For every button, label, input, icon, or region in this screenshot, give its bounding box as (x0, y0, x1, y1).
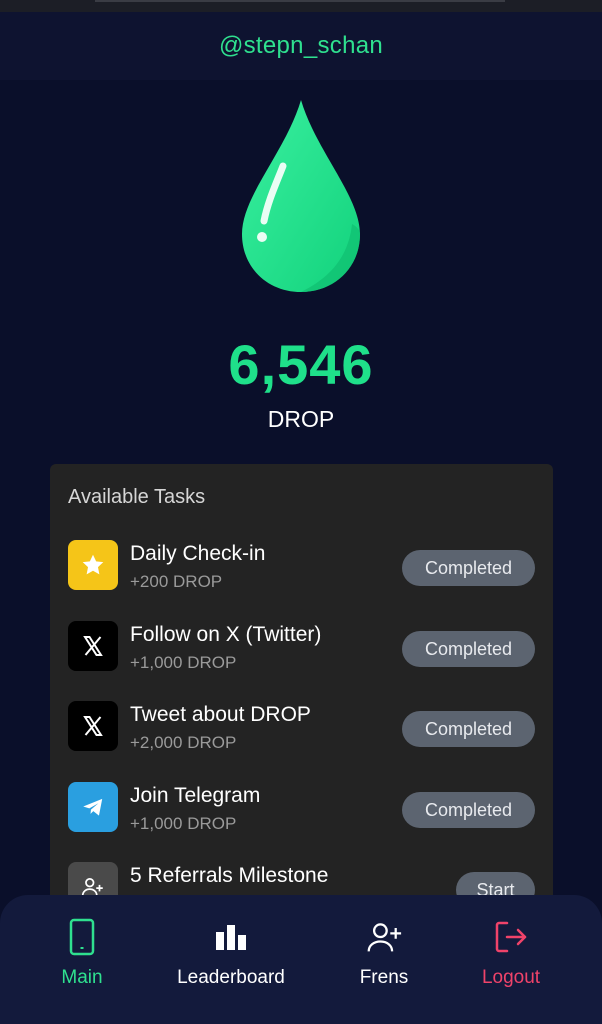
task-follow-x: Follow on X (Twitter) +1,000 DROP Comple… (68, 621, 535, 681)
task-reward: +2,000 DROP (130, 733, 237, 752)
task-name: Join Telegram (130, 784, 261, 807)
task-name: Follow on X (Twitter) (130, 623, 322, 646)
tasks-title: Available Tasks (68, 486, 206, 508)
nav-item-frens[interactable]: Frens (319, 917, 449, 997)
telegram-icon (68, 782, 118, 832)
nav-label: Leaderboard (177, 967, 285, 988)
x-logo-icon (68, 621, 118, 671)
bottom-nav: Main Leaderboard Frens Logout (0, 895, 602, 1024)
add-user-icon (366, 917, 402, 957)
logout-icon (493, 917, 529, 957)
balance-unit: DROP (267, 406, 335, 432)
task-status-button[interactable]: Completed (402, 792, 535, 828)
bar-chart-icon (213, 917, 249, 957)
x-logo-icon (68, 701, 118, 751)
nav-item-logout[interactable]: Logout (446, 917, 576, 997)
task-reward: +1,000 DROP (130, 653, 237, 672)
username: @stepn_schan (218, 32, 384, 59)
phone-icon (64, 917, 100, 957)
task-reward: +1,000 DROP (130, 814, 237, 833)
nav-label: Main (61, 967, 103, 988)
task-status-button[interactable]: Completed (402, 631, 535, 667)
nav-item-main[interactable]: Main (17, 917, 147, 997)
task-tweet-drop: Tweet about DROP +2,000 DROP Completed (68, 701, 535, 761)
nav-label: Frens (359, 967, 409, 988)
task-status-button[interactable]: Completed (402, 550, 535, 586)
drop-logo-icon (226, 96, 376, 296)
tasks-card: Available Tasks Daily Check-in +200 DROP… (50, 464, 553, 904)
header: @stepn_schan (0, 12, 602, 80)
status-bar (0, 0, 602, 12)
task-name: Daily Check-in (130, 542, 266, 565)
star-icon (68, 540, 118, 590)
task-status-button[interactable]: Completed (402, 711, 535, 747)
task-daily-checkin: Daily Check-in +200 DROP Completed (68, 540, 535, 600)
task-name: Tweet about DROP (130, 703, 311, 726)
nav-label: Logout (481, 967, 541, 988)
task-join-telegram: Join Telegram +1,000 DROP Completed (68, 782, 535, 842)
task-name: 5 Referrals Milestone (130, 864, 329, 887)
task-reward: +200 DROP (130, 572, 223, 591)
status-bar-notch (95, 0, 505, 2)
balance-amount: 6,546 (228, 333, 374, 396)
nav-item-leaderboard[interactable]: Leaderboard (166, 917, 296, 997)
